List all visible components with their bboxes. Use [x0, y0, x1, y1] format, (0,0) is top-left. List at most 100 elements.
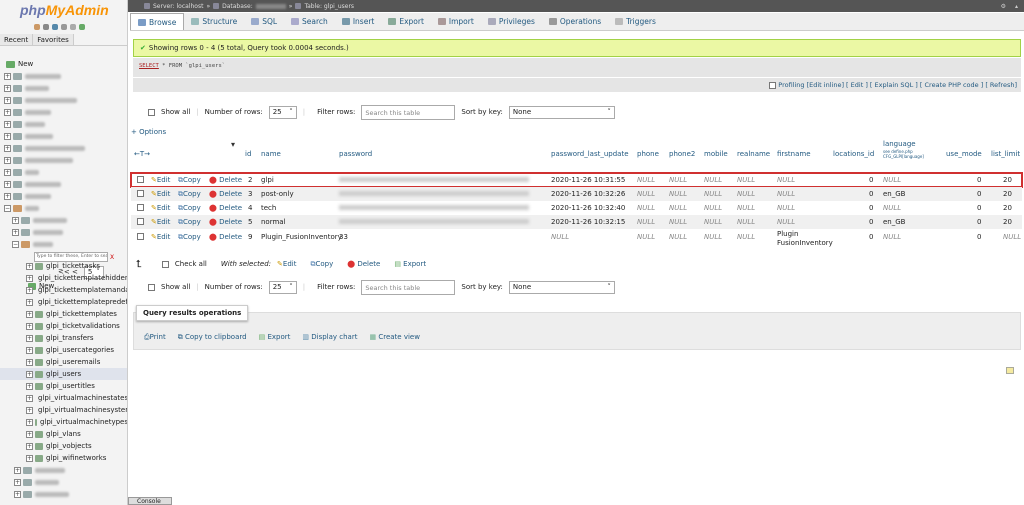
expand-icon[interactable]: +: [26, 346, 33, 354]
col-name[interactable]: name: [261, 150, 281, 158]
bulk-copy-button[interactable]: ⧉Copy: [310, 260, 333, 269]
tab-triggers[interactable]: Triggers: [608, 13, 663, 30]
tab-privileges[interactable]: Privileges: [481, 13, 542, 30]
sort-key-select[interactable]: None ˅: [508, 105, 615, 119]
filter-rows-input[interactable]: Search this table: [361, 104, 456, 120]
num-rows-select-bottom[interactable]: 25 ˅: [268, 280, 297, 294]
db-item[interactable]: +: [0, 70, 127, 82]
home-icon[interactable]: [34, 24, 40, 30]
table-item[interactable]: + glpi_useremails: [0, 356, 127, 368]
breadcrumb-db[interactable]: Database:: [222, 3, 253, 10]
tab-import[interactable]: Import: [431, 13, 481, 30]
row-edit-button[interactable]: ✎Edit: [151, 190, 170, 198]
expand-icon[interactable]: +: [4, 120, 11, 128]
tab-sql[interactable]: SQL: [244, 13, 284, 30]
table-item[interactable]: + glpi_tickettemplatemandat: [0, 284, 127, 296]
row-delete-button[interactable]: ⬤ Delete: [209, 190, 242, 198]
table-item[interactable]: + glpi_tickettasks: [0, 260, 127, 272]
filter-rows-input-bottom[interactable]: Search this table: [361, 279, 456, 295]
col-phone[interactable]: phone: [637, 150, 659, 158]
expand-icon[interactable]: +: [26, 334, 33, 342]
expand-icon[interactable]: +: [12, 216, 19, 224]
db-item[interactable]: +: [0, 82, 127, 94]
settings-icon[interactable]: [70, 24, 76, 30]
row-copy-button[interactable]: ⧉Copy: [178, 233, 201, 242]
breadcrumb-table[interactable]: Table: glpi_users: [304, 3, 354, 10]
col-phone2[interactable]: phone2: [669, 150, 695, 158]
table-item[interactable]: + glpi_vlans: [0, 428, 127, 440]
sort-key-select-bottom[interactable]: None ˅: [508, 280, 615, 294]
table-item[interactable]: + glpi_transfers: [0, 332, 127, 344]
expand-icon[interactable]: +: [4, 144, 11, 152]
expand-icon[interactable]: +: [4, 84, 11, 92]
gear-icon[interactable]: ⚙: [1001, 3, 1006, 10]
show-all-checkbox-bottom[interactable]: [148, 283, 155, 291]
table-item[interactable]: + glpi_vobjects: [0, 440, 127, 452]
expand-icon[interactable]: +: [26, 370, 33, 378]
db-item[interactable]: +: [0, 488, 127, 500]
table-item[interactable]: + glpi_wifinetworks: [0, 452, 127, 464]
expand-icon[interactable]: +: [26, 310, 33, 318]
col-list-limit[interactable]: list_limit: [991, 150, 1020, 158]
row-edit-button[interactable]: ✎Edit: [151, 233, 170, 241]
db-item[interactable]: +: [0, 118, 127, 130]
phpmyadmin-logo[interactable]: phpMyAdmin: [0, 0, 127, 20]
row-edit-button[interactable]: ✎Edit: [151, 176, 170, 184]
db-item[interactable]: +: [0, 130, 127, 142]
expand-icon[interactable]: +: [26, 382, 33, 390]
bulk-export-button[interactable]: ▤ Export: [394, 260, 426, 268]
db-item[interactable]: +: [0, 464, 127, 476]
col-language[interactable]: language: [883, 140, 916, 148]
expand-icon[interactable]: +: [26, 298, 33, 306]
col-mobile[interactable]: mobile: [704, 150, 728, 158]
table-item[interactable]: + glpi_tickettemplates: [0, 308, 127, 320]
row-copy-button[interactable]: ⧉Copy: [178, 176, 201, 185]
options-link[interactable]: + Options: [131, 128, 166, 136]
new-db-item[interactable]: New: [0, 58, 127, 70]
table-item[interactable]: + glpi_usercategories: [0, 344, 127, 356]
expand-icon[interactable]: +: [26, 358, 33, 366]
row-delete-button[interactable]: ⬤ Delete: [209, 204, 242, 212]
expand-icon[interactable]: +: [4, 96, 11, 104]
col-realname[interactable]: realname: [737, 150, 770, 158]
db-item[interactable]: +: [0, 94, 127, 106]
expand-icon[interactable]: +: [4, 156, 11, 164]
db-item[interactable]: +: [0, 476, 127, 488]
row-checkbox[interactable]: [137, 190, 144, 197]
table-item[interactable]: + glpi_tickettemplatepredefi: [0, 296, 127, 308]
expand-icon[interactable]: +: [14, 466, 21, 474]
check-all-checkbox[interactable]: [161, 260, 169, 268]
expand-icon[interactable]: +: [26, 442, 33, 450]
db-item[interactable]: +: [0, 214, 127, 226]
collapse-icon[interactable]: −: [12, 240, 19, 248]
logout-icon[interactable]: [43, 24, 49, 30]
table-item[interactable]: + glpi_virtualmachinestates: [0, 392, 127, 404]
db-item[interactable]: +: [0, 142, 127, 154]
print-button[interactable]: ⎙Print: [144, 333, 166, 342]
table-item[interactable]: + glpi_virtualmachinetypes: [0, 416, 127, 428]
row-edit-button[interactable]: ✎Edit: [151, 204, 170, 212]
breadcrumb-server[interactable]: Server: localhost: [153, 3, 203, 10]
expand-icon[interactable]: +: [26, 394, 33, 402]
expand-icon[interactable]: +: [14, 490, 21, 498]
num-rows-select[interactable]: 25 ˅: [268, 105, 297, 119]
collapse-top-icon[interactable]: ▴: [1015, 3, 1018, 10]
expand-icon[interactable]: +: [4, 180, 11, 188]
db-item[interactable]: +: [0, 178, 127, 190]
table-item[interactable]: + glpi_tickettemplatehiddenf: [0, 272, 127, 284]
row-delete-button[interactable]: ⬤ Delete: [209, 233, 242, 241]
expand-icon[interactable]: +: [12, 228, 19, 236]
tab-operations[interactable]: Operations: [542, 13, 608, 30]
tab-search[interactable]: Search: [284, 13, 335, 30]
expand-icon[interactable]: +: [26, 322, 33, 330]
bulk-delete-button[interactable]: ⬤ Delete: [347, 260, 380, 268]
row-copy-button[interactable]: ⧉Copy: [178, 218, 201, 227]
db-item[interactable]: +: [0, 190, 127, 202]
copy-clipboard-button[interactable]: ⧉ Copy to clipboard: [178, 333, 247, 342]
expand-icon[interactable]: +: [26, 418, 33, 426]
expand-icon[interactable]: +: [26, 430, 33, 438]
profiling-checkbox[interactable]: [769, 81, 777, 89]
display-chart-button[interactable]: ▥ Display chart: [302, 333, 357, 342]
bookmark-icon[interactable]: [1006, 367, 1014, 374]
table-item[interactable]: + glpi_users: [0, 368, 127, 380]
